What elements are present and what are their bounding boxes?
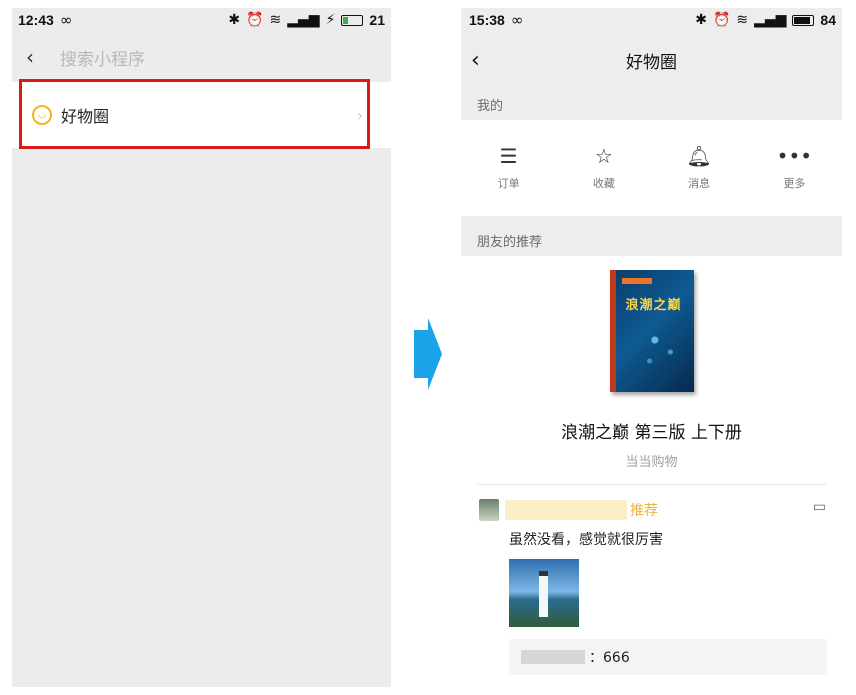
status-bar: 15:38 ∞ ✱ ⏰ ≋ ▂▄▆ 84 [461,8,842,32]
friend-post: 推荐 ▭ 虽然没看，感觉就很厉害 ：666 [461,485,842,675]
wifi-icon: ≋ [736,12,749,28]
product-image[interactable]: 浪潮之巅 [609,270,694,392]
battery-level: 21 [369,12,385,28]
page-title: 好物圈 [626,52,677,73]
action-favorites[interactable]: ☆ 收藏 [556,145,651,191]
battery-icon [341,14,364,26]
action-more[interactable]: ••• 更多 [747,145,842,191]
alarm-icon: ⏰ [712,12,731,28]
signal-icon: ▂▄▆ [754,12,787,28]
comment-icon[interactable]: ▭ [813,499,826,515]
battery-level: 84 [820,12,836,28]
more-icon: ••• [776,144,813,168]
status-time: 12:43 [18,12,54,28]
blurred-username [521,650,585,664]
signal-icon: ▂▄▆ [287,12,320,28]
right-phone-screen: 15:38 ∞ ✱ ⏰ ≋ ▂▄▆ 84 ‹ 好物圈 我的 ☰ 订单 ☆ 收藏 [461,8,842,687]
action-orders[interactable]: ☰ 订单 [461,145,556,191]
section-header-mine: 我的 [461,88,842,120]
blurred-username[interactable] [505,500,627,520]
nav-bar: ‹ 好物圈 [461,32,842,88]
recommended-product[interactable]: 浪潮之巅 浪潮之巅 第三版 上下册 当当购物 [461,256,842,470]
infinity-icon: ∞ [59,11,73,29]
book-cover-title: 浪潮之巅 [625,298,682,313]
section-header-friends: 朋友的推荐 [461,224,842,256]
action-label: 消息 [688,177,711,190]
recommend-label: 推荐 [630,503,658,519]
action-label: 更多 [783,177,806,190]
post-photo[interactable] [509,559,579,627]
action-label: 收藏 [592,177,615,190]
order-icon: ☰ [499,144,518,168]
arrow-right-icon [414,318,442,390]
section-divider [461,216,842,224]
alarm-icon: ⏰ [246,12,264,28]
bluetooth-icon: ✱ [228,12,241,28]
status-bar: 12:43 ∞ ✱ ⏰ ≋ ▂▄▆ ⚡ 21 [12,8,391,32]
infinity-icon: ∞ [510,11,524,29]
action-label: 订单 [497,177,520,190]
bluetooth-icon: ✱ [695,12,707,28]
bell-icon: 🔔︎ [686,144,712,168]
status-time: 15:38 [469,12,505,28]
back-icon[interactable]: ‹ [471,48,480,73]
star-icon: ☆ [594,144,613,168]
battery-icon [792,14,815,26]
highlight-box [19,79,370,149]
charging-icon: ⚡ [325,12,336,28]
search-bar: ‹ 搜索小程序 [12,32,391,82]
avatar[interactable] [479,499,499,521]
action-row: ☰ 订单 ☆ 收藏 🔔︎ 消息 ••• 更多 [461,120,842,216]
wifi-icon: ≋ [269,12,282,28]
comment-reply: ：666 [509,639,827,675]
back-icon[interactable]: ‹ [26,45,52,69]
post-text: 虽然没看，感觉就很厉害 [509,532,663,548]
product-title: 浪潮之巅 第三版 上下册 [561,423,742,443]
product-shop: 当当购物 [625,455,678,470]
reply-text: ：666 [589,650,630,666]
action-messages[interactable]: 🔔︎ 消息 [652,145,747,191]
search-input[interactable]: 搜索小程序 [60,45,145,70]
